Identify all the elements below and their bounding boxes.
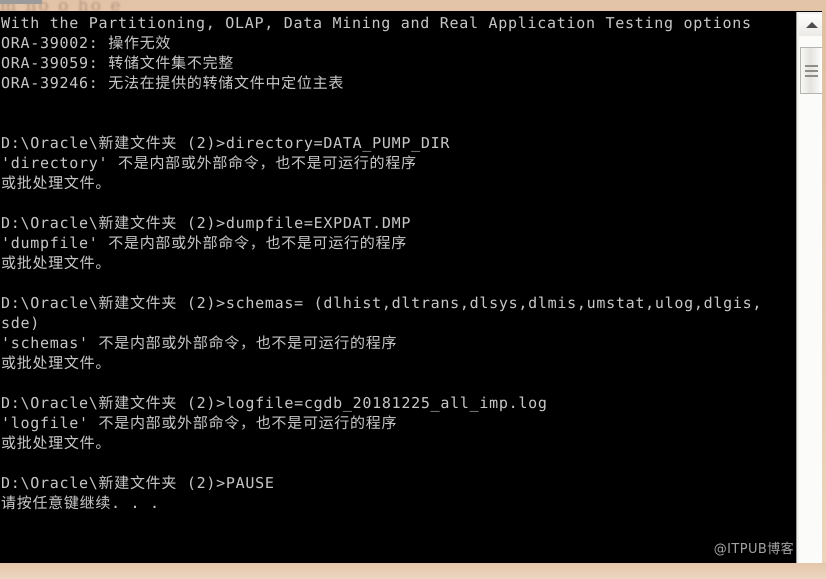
desktop-background: m no o ho e With the Partitioning, OLAP,… [0, 0, 826, 579]
console-line-ora-39246: ORA-39246: 无法在提供的转储文件中定位主表 [1, 74, 345, 92]
background-bleed-bar [0, 0, 42, 4]
console-line-prompt-schemas: D:\Oracle\新建文件夹 (2)>schemas= (dlhist,dlt… [1, 294, 763, 312]
desktop-right-edge [822, 11, 826, 563]
console-line-error-dumpfile-2: 或批处理文件。 [1, 254, 112, 272]
console-line-error-dumpfile: 'dumpfile' 不是内部或外部命令，也不是可运行的程序 [1, 234, 407, 252]
console-line-error-schemas-2: 或批处理文件。 [1, 354, 112, 372]
console-line-error-directory: 'directory' 不是内部或外部命令，也不是可运行的程序 [1, 154, 417, 172]
console-line-prompt-dumpfile: D:\Oracle\新建文件夹 (2)>dumpfile=EXPDAT.DMP [1, 214, 412, 232]
command-prompt-window[interactable]: With the Partitioning, OLAP, Data Mining… [0, 11, 826, 564]
grip-line-icon [805, 69, 818, 72]
desktop-bottom-strip [0, 563, 826, 579]
console-line-pause-message: 请按任意键继续. . . [1, 494, 160, 512]
console-line-error-logfile: 'logfile' 不是内部或外部命令，也不是可运行的程序 [1, 414, 398, 432]
scrollbar-track[interactable] [799, 36, 824, 564]
console-line-prompt-pause: D:\Oracle\新建文件夹 (2)>PAUSE [1, 474, 275, 492]
console-line-prompt-logfile: D:\Oracle\新建文件夹 (2)>logfile=cgdb_2018122… [1, 394, 548, 412]
grip-line-icon [805, 64, 818, 67]
console-line-prompt-directory: D:\Oracle\新建文件夹 (2)>directory=DATA_PUMP_… [1, 134, 451, 152]
console-line: With the Partitioning, OLAP, Data Mining… [1, 14, 752, 32]
console-line-ora-39059: ORA-39059: 转储文件集不完整 [1, 54, 235, 72]
console-line-error-logfile-2: 或批处理文件。 [1, 434, 112, 452]
console-line-schemas-wrap: sde) [1, 314, 41, 332]
console-line-ora-39002: ORA-39002: 操作无效 [1, 34, 172, 52]
scrollbar-thumb[interactable] [800, 47, 823, 94]
watermark: @ITPUB博客 [713, 542, 794, 557]
console-line-error-schemas: 'schemas' 不是内部或外部命令，也不是可运行的程序 [1, 334, 398, 352]
scroll-up-arrow-icon[interactable] [799, 14, 824, 36]
grip-line-icon [805, 74, 818, 77]
triangle-up-icon [805, 22, 818, 28]
console-output-area[interactable]: With the Partitioning, OLAP, Data Mining… [0, 12, 796, 564]
console-line-error-directory-2: 或批处理文件。 [1, 174, 112, 192]
